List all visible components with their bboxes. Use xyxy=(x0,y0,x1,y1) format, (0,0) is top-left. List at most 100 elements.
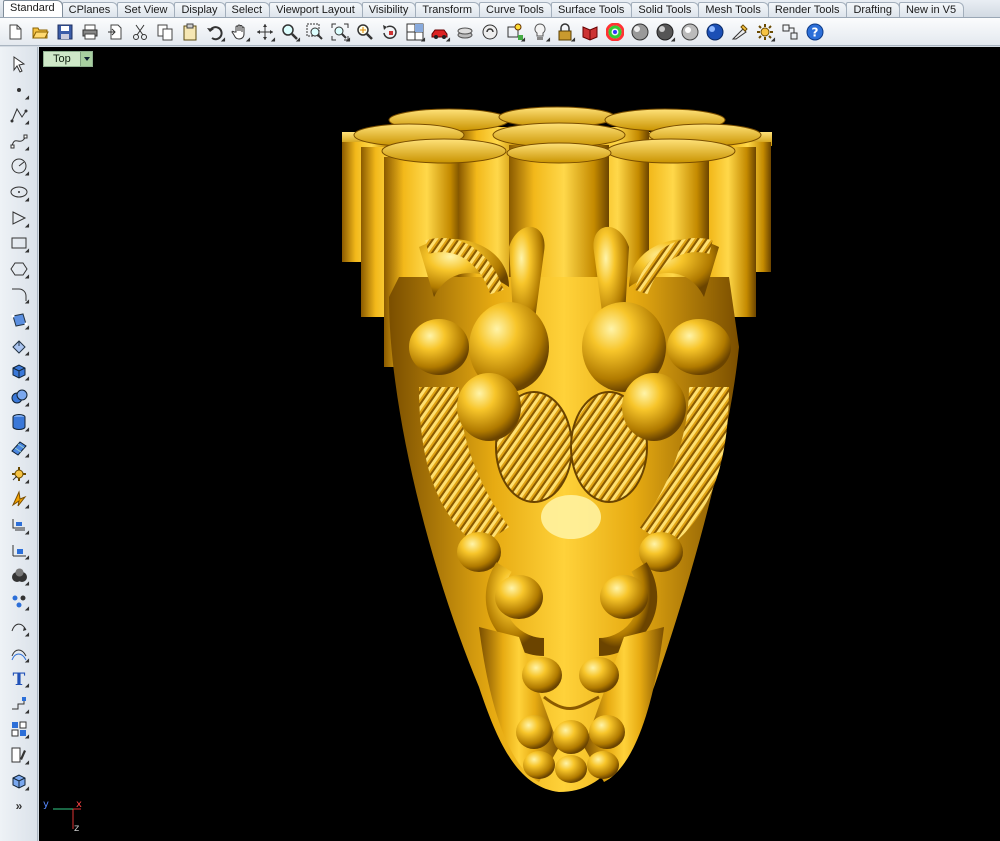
grid-snap-button[interactable] xyxy=(779,21,801,43)
viewport-menu-arrow-icon[interactable] xyxy=(79,52,92,66)
tab-cplanes[interactable]: CPlanes xyxy=(61,2,119,17)
osnap-icon xyxy=(506,23,524,41)
box-solid-icon xyxy=(10,362,28,380)
extrude-surface-button[interactable] xyxy=(6,335,32,357)
point-button[interactable] xyxy=(6,79,32,101)
zoom-selected-icon xyxy=(356,23,374,41)
hexagon-button[interactable] xyxy=(6,258,32,280)
ellipse-button[interactable] xyxy=(6,181,32,203)
fillet-curve-button[interactable] xyxy=(6,283,32,305)
new-file-button[interactable] xyxy=(4,21,26,43)
print-button[interactable] xyxy=(79,21,101,43)
rotate-view-button[interactable] xyxy=(254,21,276,43)
light-bulb-icon xyxy=(531,22,549,41)
text-button[interactable]: T xyxy=(6,667,32,689)
zoom-button[interactable] xyxy=(279,21,301,43)
osnap-button[interactable] xyxy=(504,21,526,43)
undo-button[interactable] xyxy=(204,21,226,43)
rectangle-button[interactable] xyxy=(6,232,32,254)
tool-options-button[interactable] xyxy=(729,21,751,43)
copy-button[interactable] xyxy=(154,21,176,43)
extrude-surface-icon xyxy=(10,337,28,355)
top-viewport[interactable]: Top y x z xyxy=(39,47,1000,841)
object-properties-button[interactable] xyxy=(479,21,501,43)
select-arrow-button[interactable] xyxy=(6,53,32,75)
help-button[interactable]: ? xyxy=(804,21,826,43)
undo-view-button[interactable] xyxy=(379,21,401,43)
curve-button[interactable] xyxy=(6,130,32,152)
grid-snap-icon xyxy=(781,23,799,41)
zoom-selected-button[interactable] xyxy=(354,21,376,43)
zoom-window-button[interactable] xyxy=(304,21,326,43)
gear-settings-button[interactable] xyxy=(754,21,776,43)
tab-mesh-tools[interactable]: Mesh Tools xyxy=(698,2,769,17)
tab-solid-tools[interactable]: Solid Tools xyxy=(631,2,700,17)
analyze-button[interactable] xyxy=(6,744,32,766)
tab-select[interactable]: Select xyxy=(224,2,271,17)
layer-button[interactable] xyxy=(454,21,476,43)
polyline-button[interactable] xyxy=(6,104,32,126)
lock-button[interactable] xyxy=(554,21,576,43)
pan-hand-icon xyxy=(231,23,249,41)
align-button[interactable] xyxy=(6,693,32,715)
save-button[interactable] xyxy=(54,21,76,43)
tab-surface-tools[interactable]: Surface Tools xyxy=(550,2,633,17)
circle-button[interactable] xyxy=(6,155,32,177)
render-sphere-button[interactable] xyxy=(629,21,651,43)
tab-transform[interactable]: Transform xyxy=(415,2,481,17)
tab-new-in-v5[interactable]: New in V5 xyxy=(898,2,965,17)
world-axes-icon: y x z xyxy=(43,797,89,837)
tab-curve-tools[interactable]: Curve Tools xyxy=(479,2,552,17)
curve-edit-button[interactable] xyxy=(6,616,32,638)
boolean-union-button[interactable] xyxy=(6,565,32,587)
car-icon xyxy=(431,23,449,41)
lightning-render-button[interactable] xyxy=(6,488,32,510)
zoom-extents-button[interactable] xyxy=(329,21,351,43)
pan-hand-button[interactable] xyxy=(229,21,251,43)
car-button[interactable] xyxy=(429,21,451,43)
axis-y-label: y xyxy=(43,799,49,810)
tab-display[interactable]: Display xyxy=(174,2,226,17)
undo-icon xyxy=(206,23,224,41)
tab-set-view[interactable]: Set View xyxy=(117,2,176,17)
four-viewports-button[interactable] xyxy=(404,21,426,43)
dimension-button[interactable] xyxy=(6,514,32,536)
more-tools-chevron[interactable]: » xyxy=(16,799,23,813)
shaded-sphere-button[interactable] xyxy=(654,21,676,43)
ghosted-sphere-button[interactable] xyxy=(679,21,701,43)
tab-visibility[interactable]: Visibility xyxy=(361,2,417,17)
standard-toolbar: ? xyxy=(0,18,1000,46)
lock-icon xyxy=(556,22,574,41)
boolean-spheres-button[interactable] xyxy=(6,386,32,408)
viewport-title-tab[interactable]: Top xyxy=(43,51,93,67)
mesh-gear-button[interactable] xyxy=(6,463,32,485)
cut-button[interactable] xyxy=(129,21,151,43)
tab-drafting[interactable]: Drafting xyxy=(846,2,900,17)
box-solid-button[interactable] xyxy=(6,360,32,382)
tab-render-tools[interactable]: Render Tools xyxy=(767,2,848,17)
dimension-angle-button[interactable] xyxy=(6,539,32,561)
offset-curve-button[interactable] xyxy=(6,642,32,664)
polygon-button[interactable] xyxy=(6,207,32,229)
material-button[interactable] xyxy=(579,21,601,43)
import-button[interactable] xyxy=(104,21,126,43)
cylinder-solid-button[interactable] xyxy=(6,411,32,433)
color-wheel-button[interactable] xyxy=(604,21,626,43)
group-button[interactable] xyxy=(6,718,32,740)
open-file-button[interactable] xyxy=(29,21,51,43)
group-icon xyxy=(10,720,28,738)
tab-standard[interactable]: Standard xyxy=(3,0,63,17)
points-group-button[interactable] xyxy=(6,590,32,612)
render-globe-button[interactable] xyxy=(704,21,726,43)
axis-z-label: z xyxy=(74,823,80,834)
zoom-window-icon xyxy=(306,23,324,41)
viewport-title[interactable]: Top xyxy=(44,52,80,66)
light-bulb-button[interactable] xyxy=(529,21,551,43)
object-properties-icon xyxy=(481,23,499,41)
paste-button[interactable] xyxy=(179,21,201,43)
toolbar-tab-strip: Standard CPlanes Set View Display Select View… xyxy=(0,0,1000,18)
tab-viewport-layout[interactable]: Viewport Layout xyxy=(269,2,363,17)
surface-control-points-button[interactable] xyxy=(6,309,32,331)
block-button[interactable] xyxy=(6,770,32,792)
plane-surface-button[interactable] xyxy=(6,437,32,459)
